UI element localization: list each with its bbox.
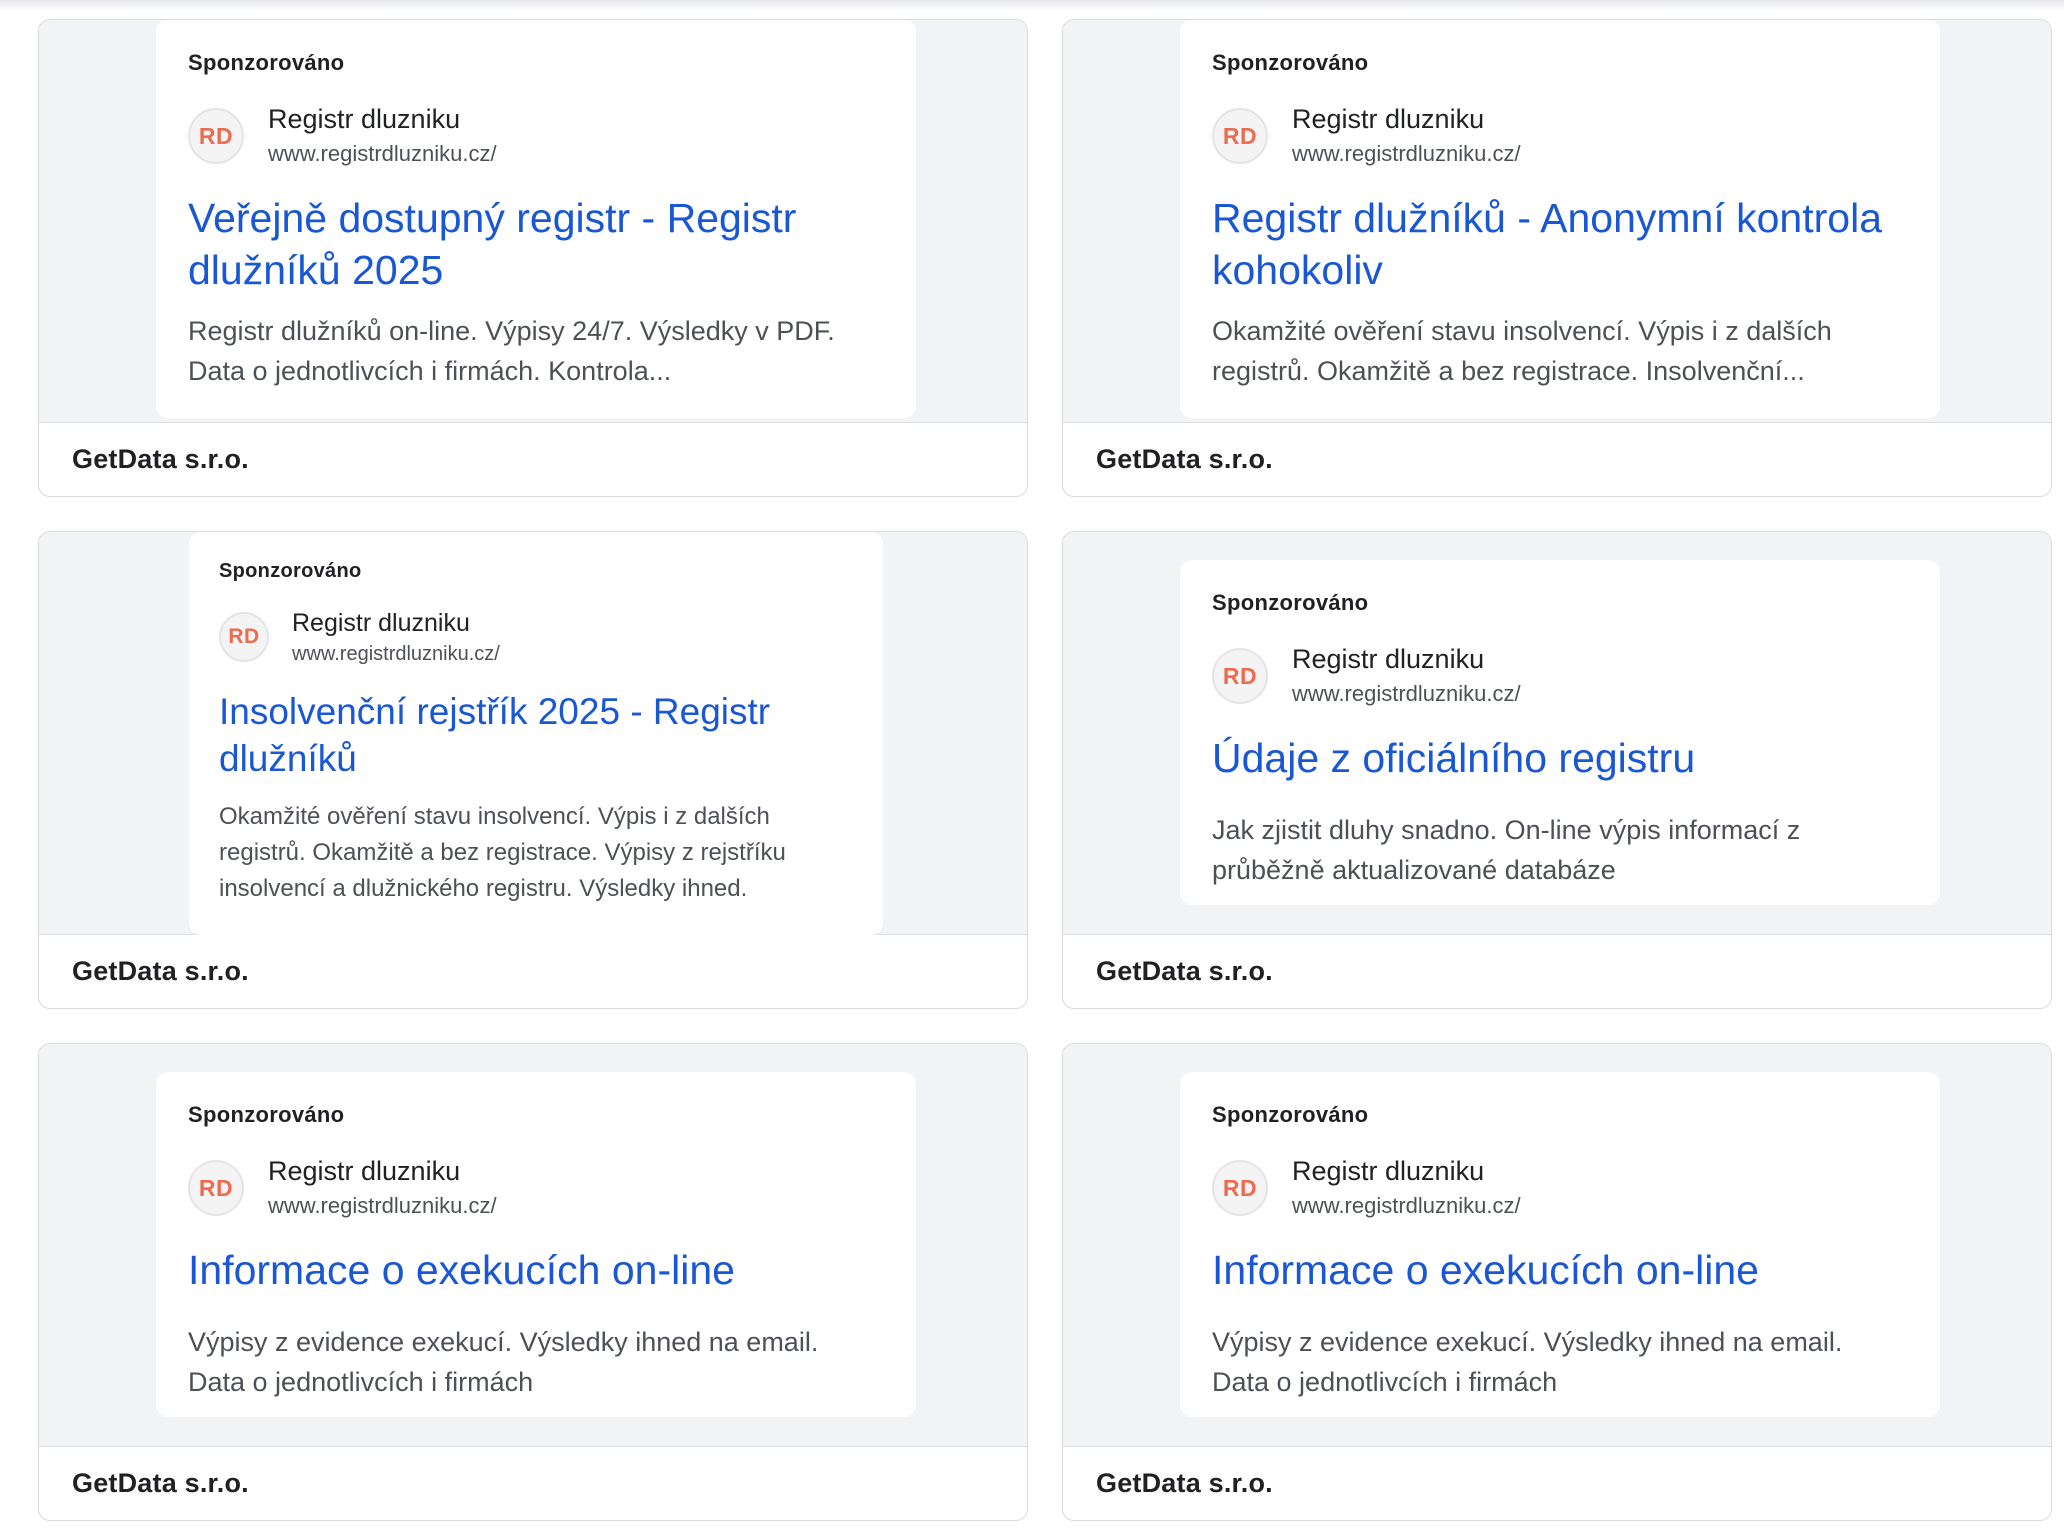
site-logo-icon: RD	[188, 108, 244, 164]
sponsored-label: Sponzorováno	[188, 1102, 345, 1127]
ad-creative[interactable]: Sponzorováno RD Registr dluzniku www.reg…	[1180, 560, 1940, 905]
sponsored-label: Sponzorováno	[1212, 50, 1369, 75]
ad-preview: Sponzorováno RD Registr dluzniku www.reg…	[1063, 20, 2051, 423]
advertiser-name: GetData s.r.o.	[72, 443, 249, 474]
ad-preview: Sponzorováno RD Registr dluzniku www.reg…	[39, 1044, 1027, 1447]
advertiser-name: GetData s.r.o.	[1096, 1467, 1273, 1498]
ad-card-3[interactable]: Sponzorováno RD Registr dluzniku www.reg…	[38, 531, 1028, 1009]
top-shadow	[0, 0, 2064, 10]
site-logo-icon: RD	[1212, 108, 1268, 164]
site-name[interactable]: Registr dluzniku	[268, 1156, 460, 1187]
sponsored-label: Sponzorováno	[188, 50, 345, 75]
site-name[interactable]: Registr dluzniku	[292, 609, 470, 638]
site-logo-icon: RD	[188, 1160, 244, 1216]
advertiser-name: GetData s.r.o.	[72, 1467, 249, 1498]
ad-description: Registr dlužníků on-line. Výpisy 24/7. V…	[188, 316, 835, 386]
ad-creative[interactable]: Sponzorováno RD Registr dluzniku www.reg…	[156, 20, 916, 418]
ad-preview: Sponzorováno RD Registr dluzniku www.reg…	[1063, 1044, 2051, 1447]
ad-headline-link[interactable]: Veřejně dostupný registr - Registr dlužn…	[188, 192, 898, 296]
advertiser-name: GetData s.r.o.	[1096, 955, 1273, 986]
ad-card-5[interactable]: Sponzorováno RD Registr dluzniku www.reg…	[38, 1043, 1028, 1521]
site-name[interactable]: Registr dluzniku	[268, 104, 460, 135]
site-url[interactable]: www.registrdluzniku.cz/	[1292, 681, 1521, 707]
ad-headline-link[interactable]: Údaje z oficiálního registru	[1212, 732, 1922, 784]
ad-card-2[interactable]: Sponzorováno RD Registr dluzniku www.reg…	[1062, 19, 2052, 497]
site-name[interactable]: Registr dluzniku	[1292, 644, 1484, 675]
ad-preview: Sponzorováno RD Registr dluzniku www.reg…	[39, 532, 1027, 935]
ad-headline-link[interactable]: Informace o exekucích on-line	[1212, 1244, 1922, 1296]
site-name[interactable]: Registr dluzniku	[1292, 104, 1484, 135]
ad-card-1[interactable]: Sponzorováno RD Registr dluzniku www.reg…	[38, 19, 1028, 497]
ad-card-6[interactable]: Sponzorováno RD Registr dluzniku www.reg…	[1062, 1043, 2052, 1521]
site-url[interactable]: www.registrdluzniku.cz/	[1292, 1193, 1521, 1219]
sponsored-label: Sponzorováno	[1212, 590, 1369, 615]
ad-headline-link[interactable]: Insolvenční rejstřík 2025 - Registr dluž…	[219, 688, 859, 782]
site-url[interactable]: www.registrdluzniku.cz/	[268, 141, 497, 167]
ad-card-4[interactable]: Sponzorováno RD Registr dluzniku www.reg…	[1062, 531, 2052, 1009]
site-url[interactable]: www.registrdluzniku.cz/	[292, 643, 500, 666]
ad-creative[interactable]: Sponzorováno RD Registr dluzniku www.reg…	[156, 1072, 916, 1417]
site-url[interactable]: www.registrdluzniku.cz/	[268, 1193, 497, 1219]
ad-description: Jak zjistit dluhy snadno. On-line výpis …	[1212, 815, 1801, 885]
site-url[interactable]: www.registrdluzniku.cz/	[1292, 141, 1521, 167]
ad-creative[interactable]: Sponzorováno RD Registr dluzniku www.reg…	[1180, 20, 1940, 418]
sponsored-label: Sponzorováno	[1212, 1102, 1369, 1127]
advertiser-name: GetData s.r.o.	[1096, 443, 1273, 474]
ad-description: Výpisy z evidence exekucí. Výsledky ihne…	[188, 1327, 819, 1397]
ad-headline-link[interactable]: Informace o exekucích on-line	[188, 1244, 898, 1296]
ad-description: Výpisy z evidence exekucí. Výsledky ihne…	[1212, 1327, 1843, 1397]
site-name[interactable]: Registr dluzniku	[1292, 1156, 1484, 1187]
ad-description: Okamžité ověření stavu insolvencí. Výpis…	[219, 803, 786, 902]
site-logo-icon: RD	[219, 612, 269, 662]
ad-creative[interactable]: Sponzorováno RD Registr dluzniku www.reg…	[189, 532, 883, 935]
advertiser-name: GetData s.r.o.	[72, 955, 249, 986]
site-logo-icon: RD	[1212, 648, 1268, 704]
sponsored-label: Sponzorováno	[219, 560, 362, 582]
ad-headline-link[interactable]: Registr dlužníků - Anonymní kontrola koh…	[1212, 192, 1922, 296]
site-logo-icon: RD	[1212, 1160, 1268, 1216]
ad-description: Okamžité ověření stavu insolvencí. Výpis…	[1212, 316, 1832, 386]
ad-preview: Sponzorováno RD Registr dluzniku www.reg…	[1063, 532, 2051, 935]
ad-creative[interactable]: Sponzorováno RD Registr dluzniku www.reg…	[1180, 1072, 1940, 1417]
ad-preview: Sponzorováno RD Registr dluzniku www.reg…	[39, 20, 1027, 423]
